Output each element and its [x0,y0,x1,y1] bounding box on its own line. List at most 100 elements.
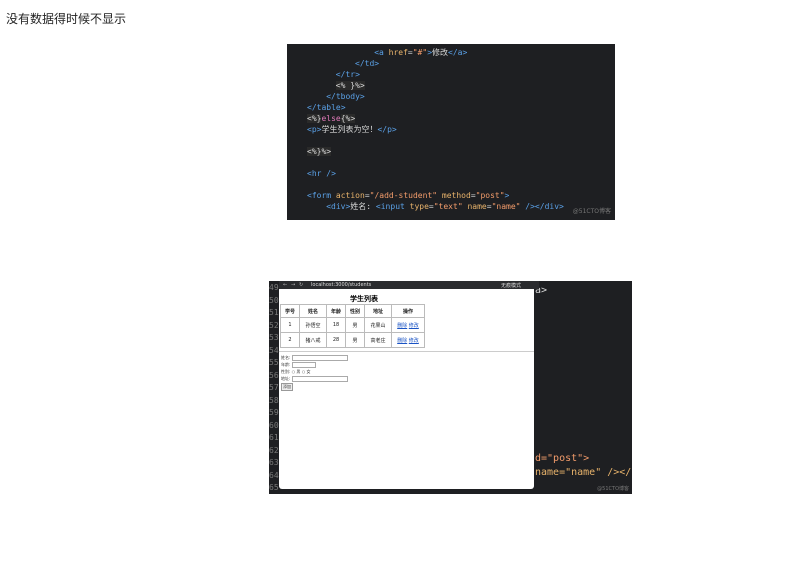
line-number: 51 [269,308,279,317]
code-line: <div>姓名: <input type="text" name="name" … [326,201,564,212]
browser-page: 学生列表 学号 姓名 年龄 性别 地址 操作 1 孙悟空 18 男 花果山 删除… [279,289,534,489]
code-line: </tbody> [326,91,365,102]
edit-link[interactable]: 修改 [409,338,419,344]
code-token: > [504,191,510,200]
code-token: <a [374,48,389,57]
code-token: </tr> [335,70,360,79]
cell-actions: 删除 修改 [391,332,425,348]
code-line: <%}%> [307,146,332,157]
line-number: 65 [269,483,279,492]
line-number: 49 [269,283,279,292]
code-line: </tr> [336,69,360,80]
line-number: 63 [269,458,279,467]
column-header: 地址 [364,304,392,318]
code-token: "post" [475,191,505,200]
code-token: "#" [412,48,428,57]
reload-icon[interactable]: ↻ [299,282,303,288]
browser-toolbar: ← → ↻ localhost:3000/students 无痕模式 [279,281,539,289]
line-number: 62 [269,445,279,455]
editor-text-name: name="name" /></d [535,467,632,478]
edit-link[interactable]: 修改 [409,323,419,329]
cell-age: 18 [326,317,346,333]
code-token: name [467,202,487,211]
code-token: 学生列表为空！ [321,125,378,134]
age-input[interactable] [291,362,316,368]
line-number: 56 [269,370,279,380]
code-token: "/add-student" [369,191,438,200]
code-token: </a> [448,48,468,57]
female-label: 女 [306,369,311,374]
code-line: </td> [355,58,379,69]
address-input[interactable] [291,376,348,382]
cell-address: 高老庄 [364,332,392,348]
code-token: "text" [433,202,463,211]
cell-gender: 男 [345,332,365,348]
column-header: 年龄 [326,304,346,318]
code-token: 姓名: [350,202,376,211]
code-token: href [388,48,408,57]
code-line: <a href="#">修改</a> [374,47,467,58]
line-number: 54 [269,345,279,355]
page-caption: 没有数据得时候不显示 [6,12,127,26]
column-header: 学号 [280,304,300,318]
code-token: "name" [491,202,521,211]
code-line: <hr /> [307,168,336,179]
table-row: 1 孙悟空 18 男 花果山 删除 修改 [280,317,425,333]
back-icon[interactable]: ← [283,282,287,288]
line-number: 57 [269,383,279,392]
add-button[interactable]: 添加 [281,383,293,391]
line-number: 53 [269,333,279,342]
code-token: <hr /> [307,169,336,178]
line-number: 50 [269,295,279,305]
student-table: 学号 姓名 年龄 性别 地址 操作 1 孙悟空 18 男 花果山 删除 修改 2… [280,304,425,348]
code-token: action [335,191,365,200]
delete-link[interactable]: 删除 [397,338,407,344]
cell-actions: 删除 修改 [391,317,425,333]
male-radio[interactable]: ○ [292,369,296,374]
code-token: <input [375,202,410,211]
divider [279,351,534,352]
code-token: </td> [355,59,380,68]
name-label: 姓名: [281,355,291,360]
name-input[interactable] [291,355,348,361]
code-line: </table> [307,102,346,113]
code-token: /></div> [525,202,564,211]
column-header: 性别 [345,304,365,318]
code-token: <form [307,191,336,200]
code-line: <form action="/add-student" method="post… [307,190,509,201]
code-token: </tbody> [326,92,365,101]
add-student-form: 姓名: 年龄: 性别: ○ 男 ○ 女 地址: 添加 [281,355,348,391]
code-token: </p> [377,125,397,134]
female-radio[interactable]: ○ [302,369,306,374]
page-title: 学生列表 [350,295,378,303]
code-token: </table> [307,103,346,112]
forward-icon[interactable]: → [291,282,295,288]
code-token: <div> [326,202,351,211]
editor-status-bar [279,489,632,494]
code-token: <%} [307,114,322,123]
line-number: 59 [269,408,279,417]
line-number: 55 [269,358,279,367]
line-number: 61 [269,433,279,442]
line-number: 58 [269,395,279,405]
code-token: <%}%> [307,147,332,156]
code-token: 修改 [432,48,449,57]
editor-text-post: d="post"> [535,453,590,464]
watermark: @51CTO博客 [572,208,611,215]
address-bar[interactable]: localhost:3000/students [311,282,371,288]
cell-gender: 男 [345,317,365,333]
delete-link[interactable]: 删除 [397,323,407,329]
code-token: <p> [307,125,322,134]
editor-line-numbers: 49 50 51 52 53 54 55 56 57 58 59 60 61 62 63 64 65 [269,281,279,494]
code-token: method [441,191,471,200]
table-row: 2 猪八戒 28 男 高老庄 删除 修改 [280,332,425,348]
browser-user[interactable]: 无痕模式 [501,282,521,289]
gender-label: 性别: [281,369,291,374]
column-header: 姓名 [299,304,327,318]
cell-address: 花果山 [364,317,392,333]
male-label: 男 [296,369,301,374]
code-line: <% }%> [335,80,365,91]
cell-age: 28 [326,332,346,348]
line-number: 64 [269,470,279,480]
code-line: <%}else{%> [307,113,356,124]
